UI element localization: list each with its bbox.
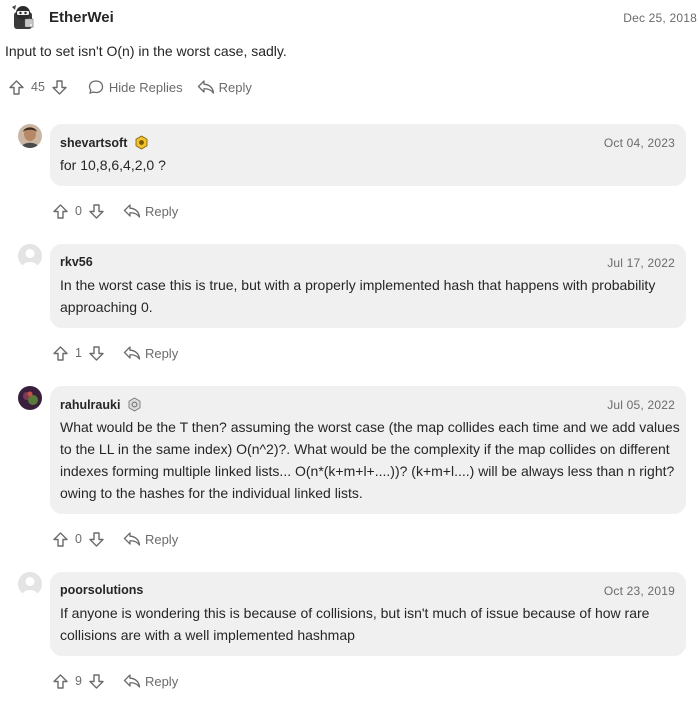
upvote-icon[interactable] <box>51 530 69 548</box>
downvote-icon[interactable] <box>88 530 106 548</box>
downvote-icon[interactable] <box>88 344 106 362</box>
reply-button[interactable]: Reply <box>123 202 178 220</box>
reply-comment: poorsolutions Oct 23, 2019 If anyone is … <box>0 572 698 696</box>
comment-date: Oct 04, 2023 <box>603 136 675 150</box>
downvote-icon[interactable] <box>88 672 106 690</box>
author-name-row: rkv56 <box>60 255 93 269</box>
upvote-icon[interactable] <box>51 344 69 362</box>
comment-actions: 1 Reply <box>51 343 178 363</box>
upvote-icon[interactable] <box>51 202 69 220</box>
upvote-icon[interactable] <box>51 672 69 690</box>
default-avatar-icon <box>18 244 42 268</box>
comment-date: Oct 23, 2019 <box>603 584 675 598</box>
vote-count: 1 <box>75 346 82 360</box>
author-name-row: shevartsoft <box>60 135 149 150</box>
reply-button[interactable]: Reply <box>197 78 252 96</box>
comment-text: What would be the T then? assuming the w… <box>60 419 680 501</box>
author-name[interactable]: poorsolutions <box>60 583 143 597</box>
author-name[interactable]: shevartsoft <box>60 136 127 150</box>
gold-badge-icon <box>134 135 149 150</box>
reply-label: Reply <box>144 531 179 547</box>
comment-text: Input to set isn't O(n) in the worst cas… <box>5 43 287 59</box>
comment-date: Jul 05, 2022 <box>607 398 675 412</box>
comment-actions: 0 Reply <box>51 529 178 549</box>
comment-bubble: rahulrauki Jul 05, 2022 What would be th… <box>50 386 686 514</box>
comment-bubble-icon <box>87 78 105 96</box>
reply-arrow-icon <box>123 202 141 220</box>
comment-header: EtherWei Dec 25, 2018 <box>8 4 698 30</box>
vote-count: 9 <box>75 674 82 688</box>
avatar[interactable] <box>18 124 42 148</box>
downvote-icon[interactable] <box>51 78 69 96</box>
comment-text: If anyone is wondering this is because o… <box>60 605 650 643</box>
reply-label: Reply <box>218 79 252 95</box>
reply-comment: shevartsoft Oct 04, 2023 for 10,8,6,4,2,… <box>0 124 698 224</box>
reply-label: Reply <box>144 345 179 361</box>
author-name-row: poorsolutions <box>60 583 143 597</box>
reply-label: Reply <box>144 673 179 689</box>
comment-bubble: shevartsoft Oct 04, 2023 for 10,8,6,4,2,… <box>50 124 686 186</box>
reply-button[interactable]: Reply <box>123 672 178 690</box>
avatar[interactable] <box>10 4 36 30</box>
vote-count: 0 <box>75 204 82 218</box>
downvote-icon[interactable] <box>88 202 106 220</box>
reply-arrow-icon <box>123 344 141 362</box>
hide-replies-label: Hide Replies <box>108 79 183 95</box>
author-name[interactable]: rahulrauki <box>60 398 120 412</box>
reply-button[interactable]: Reply <box>123 344 178 362</box>
reply-comment: rkv56 Jul 17, 2022 In the worst case thi… <box>0 244 698 364</box>
reply-arrow-icon <box>123 672 141 690</box>
reply-arrow-icon <box>123 530 141 548</box>
comment-date: Jul 17, 2022 <box>607 256 675 270</box>
upvote-icon[interactable] <box>7 78 25 96</box>
user-photo-icon <box>18 386 42 410</box>
comment-actions: 45 Hide Replies Reply <box>7 77 252 97</box>
reply-arrow-icon <box>197 78 215 96</box>
silver-badge-icon <box>127 397 142 412</box>
comment-date: Dec 25, 2018 <box>623 11 697 25</box>
avatar[interactable] <box>18 572 42 596</box>
vote-count: 45 <box>31 80 45 94</box>
reply-comment: rahulrauki Jul 05, 2022 What would be th… <box>0 386 698 550</box>
default-avatar-icon <box>18 572 42 596</box>
comment-text: for 10,8,6,4,2,0 ? <box>60 157 166 173</box>
author-name[interactable]: EtherWei <box>49 9 114 26</box>
author-name-row: rahulrauki <box>60 397 142 412</box>
comment-bubble: rkv56 Jul 17, 2022 In the worst case thi… <box>50 244 686 328</box>
comment-actions: 9 Reply <box>51 671 178 691</box>
user-photo-icon <box>18 124 42 148</box>
author-name[interactable]: rkv56 <box>60 255 93 269</box>
avatar[interactable] <box>18 386 42 410</box>
hide-replies-button[interactable]: Hide Replies <box>87 78 183 96</box>
comment-bubble: poorsolutions Oct 23, 2019 If anyone is … <box>50 572 686 656</box>
reply-button[interactable]: Reply <box>123 530 178 548</box>
comment-text: In the worst case this is true, but with… <box>60 277 656 315</box>
comment-actions: 0 Reply <box>51 201 178 221</box>
reply-label: Reply <box>144 203 179 219</box>
ninja-avatar-icon <box>12 5 34 29</box>
vote-count: 0 <box>75 532 82 546</box>
avatar[interactable] <box>18 244 42 268</box>
